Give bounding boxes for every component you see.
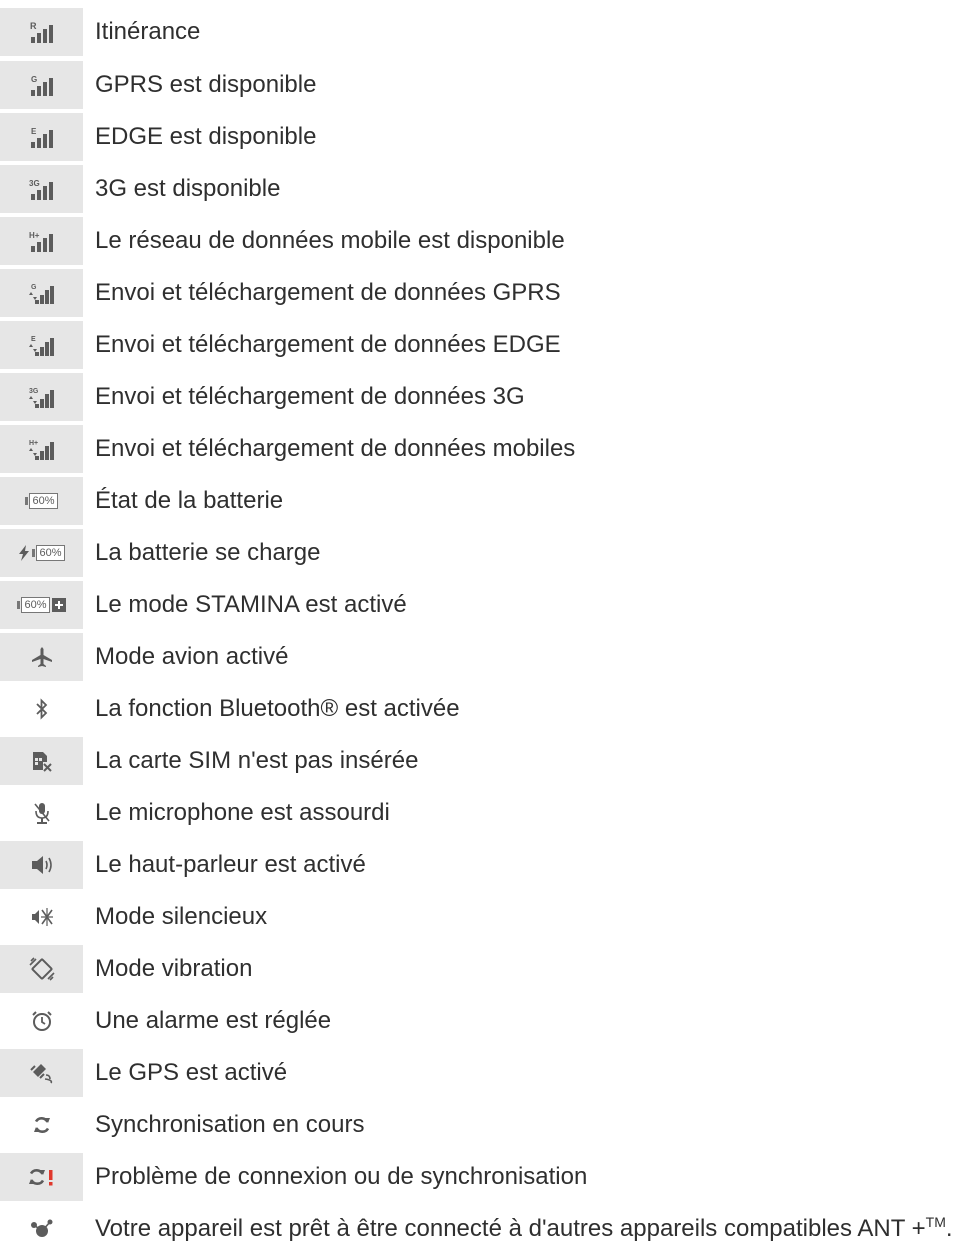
list-item-label: Mode silencieux	[95, 903, 268, 930]
list-item-label: La carte SIM n'est pas insérée	[95, 747, 419, 774]
list-item: 3G Envoi et téléchargement de données 3G	[0, 373, 976, 421]
list-item-label: Synchronisation en cours	[95, 1111, 365, 1138]
list-item: R Itinérance	[0, 8, 976, 56]
list-item-label: La batterie se charge	[95, 539, 321, 566]
signal-3g-icon: 3G	[0, 165, 83, 213]
list-item-label: Votre appareil est prêt à être connecté …	[95, 1214, 953, 1242]
list-item-label: État de la batterie	[95, 487, 284, 514]
list-item-label: Envoi et téléchargement de données GPRS	[95, 279, 561, 306]
list-item-label: Problème de connexion ou de synchronisat…	[95, 1163, 588, 1190]
list-item: E EDGE est disponible	[0, 113, 976, 161]
list-item-label: Une alarme est réglée	[95, 1007, 332, 1034]
list-item: Votre appareil est prêt à être connecté …	[0, 1205, 976, 1253]
svg-text:E: E	[31, 336, 36, 343]
list-item-label: Envoi et téléchargement de données 3G	[95, 383, 525, 410]
trademark: TM	[925, 1214, 946, 1230]
plus-box-icon	[51, 598, 66, 612]
signal-hplus-transfer-icon: H+	[0, 425, 83, 473]
list-item: 3G 3G est disponible	[0, 165, 976, 213]
list-item-label: Le haut-parleur est activé	[95, 851, 366, 878]
sync-error-icon	[0, 1153, 83, 1201]
list-item-label: Le réseau de données mobile est disponib…	[95, 227, 565, 254]
battery-icon: 60%	[0, 477, 83, 525]
list-item: Le haut-parleur est activé	[0, 841, 976, 889]
list-item-label: GPRS est disponible	[95, 71, 317, 98]
list-item: Le microphone est assourdi	[0, 789, 976, 837]
list-item: Synchronisation en cours	[0, 1101, 976, 1149]
alarm-icon	[0, 997, 83, 1045]
airplane-icon	[0, 633, 83, 681]
status-icon-legend: R Itinérance G GPRS est disponible E EDG…	[0, 0, 976, 1258]
list-item: H+ Le réseau de données mobile est dispo…	[0, 217, 976, 265]
list-item: G Envoi et téléchargement de données GPR…	[0, 269, 976, 317]
list-item: G GPRS est disponible	[0, 61, 976, 109]
svg-text:G: G	[31, 284, 37, 291]
list-item-label: EDGE est disponible	[95, 123, 317, 150]
signal-roaming-icon: R	[0, 8, 83, 56]
list-item: Mode avion activé	[0, 633, 976, 681]
list-item-label: Envoi et téléchargement de données mobil…	[95, 435, 576, 462]
list-item-label: 3G est disponible	[95, 175, 281, 202]
ant-plus-tail: +	[911, 1215, 926, 1242]
signal-3g-transfer-icon: 3G	[0, 373, 83, 421]
list-item: Problème de connexion ou de synchronisat…	[0, 1153, 976, 1201]
list-item-label: Itinérance	[95, 18, 201, 45]
list-item-label: Mode avion activé	[95, 643, 289, 670]
signal-gprs-transfer-icon: G	[0, 269, 83, 317]
no-sim-icon	[0, 737, 83, 785]
signal-edge-transfer-icon: E	[0, 321, 83, 369]
list-item: Mode vibration	[0, 945, 976, 993]
battery-level-text: 60%	[29, 493, 58, 509]
list-item: H+ Envoi et téléchargement de données mo…	[0, 425, 976, 473]
gps-icon	[0, 1049, 83, 1097]
exclamation-mark	[48, 1170, 52, 1180]
list-item-label: Le microphone est assourdi	[95, 799, 390, 826]
svg-text:G: G	[31, 75, 37, 84]
svg-text:H+: H+	[29, 231, 40, 240]
list-item-label: Envoi et téléchargement de données EDGE	[95, 331, 561, 358]
list-item: 60% La batterie se charge	[0, 529, 976, 577]
list-item: La carte SIM n'est pas insérée	[0, 737, 976, 785]
list-item: 60% État de la batterie	[0, 477, 976, 525]
signal-edge-icon: E	[0, 113, 83, 161]
signal-hplus-icon: H+	[0, 217, 83, 265]
list-item: Une alarme est réglée	[0, 997, 976, 1045]
vibrate-mode-icon	[0, 945, 83, 993]
lightning-icon	[19, 545, 30, 561]
mic-muted-icon	[0, 789, 83, 837]
list-item-label: La fonction Bluetooth® est activée	[95, 695, 460, 722]
list-item: La fonction Bluetooth® est activée	[0, 685, 976, 733]
list-item-label: Le mode STAMINA est activé	[95, 591, 407, 618]
signal-gprs-icon: G	[0, 61, 83, 109]
svg-text:3G: 3G	[29, 388, 39, 395]
list-item: E Envoi et téléchargement de données EDG…	[0, 321, 976, 369]
silent-mode-icon	[0, 893, 83, 941]
list-item: 60% Le mode STAMINA est activé	[0, 581, 976, 629]
bluetooth-icon	[0, 685, 83, 733]
list-item-label: Le GPS est activé	[95, 1059, 288, 1086]
battery-stamina-icon: 60%	[0, 581, 83, 629]
svg-text:3G: 3G	[29, 179, 40, 188]
svg-text:H+: H+	[29, 440, 38, 447]
battery-charging-icon: 60%	[0, 529, 83, 577]
list-item: Mode silencieux	[0, 893, 976, 941]
signal-letter: R	[30, 21, 37, 31]
list-item: Le GPS est activé	[0, 1049, 976, 1097]
sentence-end: .	[945, 1215, 953, 1242]
ant-plus-icon	[0, 1205, 83, 1253]
speaker-icon	[0, 841, 83, 889]
list-item-label: Mode vibration	[95, 955, 253, 982]
svg-text:E: E	[31, 127, 37, 136]
sync-icon	[0, 1101, 83, 1149]
